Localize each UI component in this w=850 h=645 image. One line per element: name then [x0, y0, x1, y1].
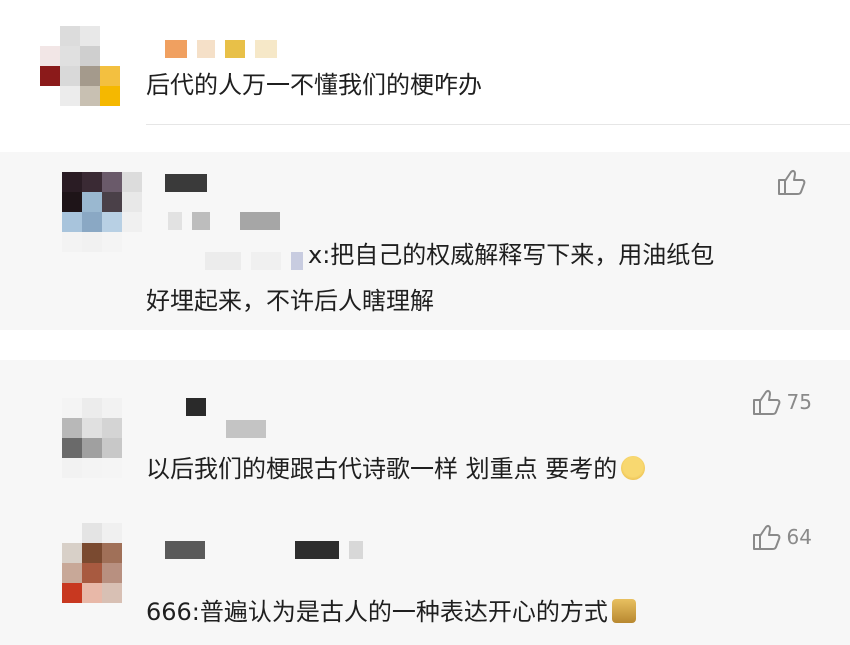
like-button[interactable]	[776, 168, 812, 196]
username-blurred[interactable]	[165, 40, 277, 58]
avatar[interactable]	[40, 26, 120, 106]
like-button[interactable]: 64	[751, 523, 812, 551]
smiling-face-emoji	[621, 456, 646, 480]
comment-item[interactable]: 666:普遍认为是古人的一种表达开心的方式 64	[0, 505, 850, 645]
comment-text-content: 666:普遍认为是古人的一种表达开心的方式	[146, 598, 608, 626]
thumbs-up-icon	[778, 169, 806, 195]
comment-text: 好埋起来，不许后人瞎理解	[146, 287, 434, 315]
avatar[interactable]	[62, 172, 142, 252]
username-blurred[interactable]	[226, 420, 266, 438]
like-count: 75	[786, 390, 812, 414]
username-blurred[interactable]	[165, 541, 363, 559]
comment-text: 后代的人万一不懂我们的梗咋办	[146, 71, 482, 99]
comment-text: 以后我们的梗跟古代诗歌一样 划重点 要考的	[146, 450, 646, 488]
username-blurred[interactable]	[205, 252, 303, 270]
thumbs-up-icon	[752, 389, 780, 415]
comment-item[interactable]: 后代的人万一不懂我们的梗咋办	[0, 0, 850, 130]
golden-figure-emoji	[611, 599, 636, 623]
comment-item[interactable]: 以后我们的梗跟古代诗歌一样 划重点 要考的 75	[0, 360, 850, 505]
comment-item[interactable]: x:把自己的权威解释写下来，用油纸包 好埋起来，不许后人瞎理解	[0, 152, 850, 330]
comment-text: 666:普遍认为是古人的一种表达开心的方式	[146, 593, 636, 631]
comment-text: x:把自己的权威解释写下来，用油纸包	[308, 241, 715, 269]
username-blurred[interactable]	[165, 174, 207, 192]
username-blurred[interactable]	[168, 212, 280, 230]
avatar[interactable]	[62, 523, 142, 603]
avatar[interactable]	[62, 398, 142, 478]
like-count: 64	[786, 525, 812, 549]
thumbs-up-icon	[752, 524, 780, 550]
like-button[interactable]: 75	[751, 388, 812, 416]
divider	[146, 124, 850, 125]
username-blurred[interactable]	[186, 398, 206, 416]
comment-text-content: 以后我们的梗跟古代诗歌一样 划重点 要考的	[146, 455, 618, 483]
